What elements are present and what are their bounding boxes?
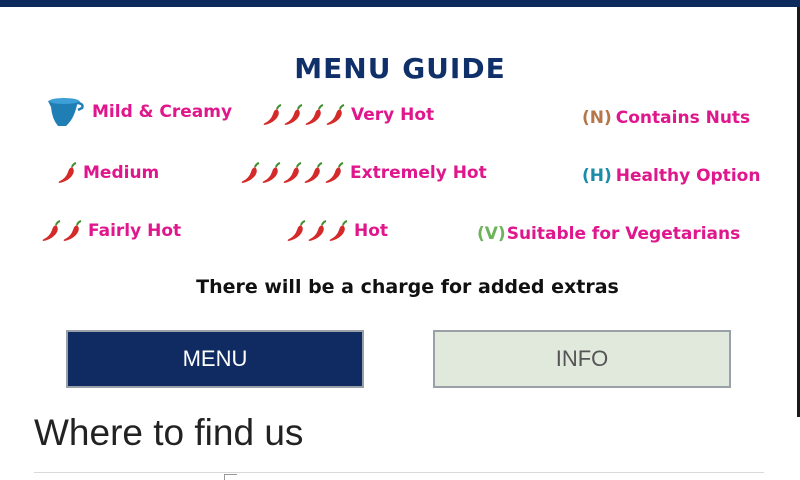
legend-extremely-hot: Extremely Hot [240,162,487,184]
chili-icon [63,220,82,241]
chili-group-4 [262,104,345,126]
legend-very-hot: Very Hot [262,104,434,126]
legend-medium: Medium [57,162,159,184]
chili-group-1 [57,162,77,184]
legend-label: Suitable for Vegetarians [506,224,741,244]
legend-fairly-hot: Fairly Hot [41,220,181,242]
chili-group-5 [240,162,344,184]
chili-group-2 [41,220,82,242]
menu-button[interactable]: MENU [66,330,364,388]
legend-mild-creamy: Mild & Creamy [44,95,232,129]
chili-icon [308,220,327,241]
healthy-code: (H) [582,166,612,186]
chili-icon [329,220,348,241]
nuts-code: (N) [582,108,612,128]
chili-icon [304,162,323,183]
info-button[interactable]: INFO [433,330,731,388]
chili-icon [305,104,324,125]
chili-icon [262,162,281,183]
legend-hot: Hot [286,220,388,242]
legend-label: Medium [83,163,160,183]
legend-contains-nuts: (N) Contains Nuts [582,108,750,128]
chili-icon [326,104,345,125]
legend-label: Healthy Option [615,166,761,186]
legend-label: Very Hot [351,105,435,125]
jug-icon [48,98,84,126]
top-rule [0,0,800,7]
legend-vegetarian: (V) Suitable for Vegetarians [477,224,740,244]
chili-group-3 [286,220,348,242]
menu-guide-title: MENU GUIDE [294,52,506,85]
legend-label: Hot [354,221,389,241]
legend-label: Extremely Hot [350,163,487,183]
where-to-find-us-heading: Where to find us [34,412,304,453]
chili-icon [287,220,306,241]
vegetarian-code: (V) [477,224,506,244]
legend-label: Mild & Creamy [92,102,233,122]
divider-tick [224,474,237,480]
chili-icon [263,104,282,125]
chili-icon [284,104,303,125]
chili-icon [283,162,302,183]
chili-icon [58,162,77,183]
legend-label: Contains Nuts [615,108,751,128]
charge-note: There will be a charge for added extras [196,276,619,298]
chili-icon [42,220,61,241]
chili-icon [325,162,344,183]
legend-healthy-option: (H) Healthy Option [582,166,760,186]
chili-icon [241,162,260,183]
section-divider [34,472,764,473]
legend-label: Fairly Hot [88,221,182,241]
